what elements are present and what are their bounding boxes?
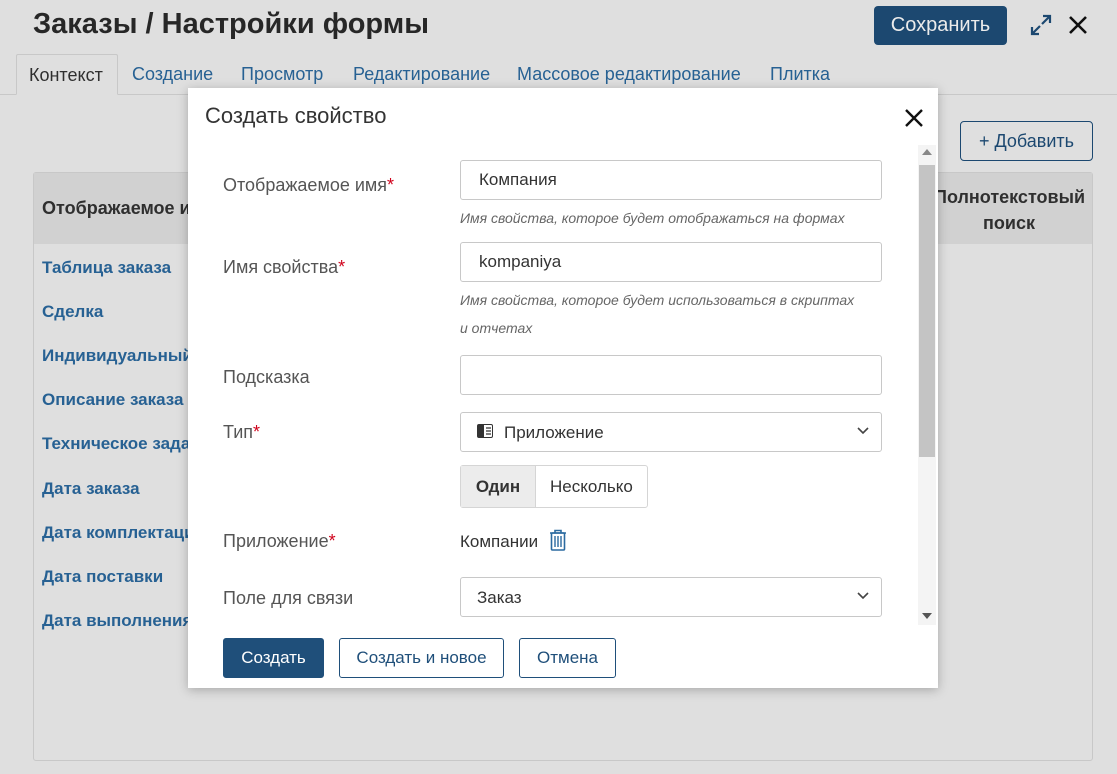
multiplicity-toggle: Один Несколько [460, 465, 648, 508]
tooltip-field[interactable] [460, 355, 882, 395]
dialog-scrollbar[interactable] [918, 145, 936, 625]
property-name-hint: Имя свойства, которое будет использовать… [460, 292, 855, 336]
create-and-new-button[interactable]: Создать и новое [339, 638, 504, 678]
link-field-value: Заказ [477, 588, 522, 607]
display-name-hint: Имя свойства, которое будет отображаться… [460, 210, 845, 226]
type-label: Тип* [223, 422, 261, 442]
required-marker: * [387, 175, 395, 195]
create-button[interactable]: Создать [223, 638, 324, 678]
single-option[interactable]: Один [461, 466, 536, 507]
property-name-field[interactable]: kompaniya [460, 242, 882, 282]
application-value: Компании [460, 532, 539, 551]
app-icon [477, 424, 493, 438]
link-field-select[interactable]: Заказ [460, 577, 882, 617]
trash-icon[interactable] [548, 528, 568, 552]
dialog-title: Создать свойство [205, 103, 387, 128]
type-select[interactable]: Приложение [460, 412, 882, 452]
chevron-down-icon [857, 592, 869, 600]
link-field-label: Поле для связи [223, 588, 354, 608]
tooltip-label: Подсказка [223, 367, 310, 387]
type-value: Приложение [504, 423, 604, 442]
application-label: Приложение* [223, 531, 336, 551]
cancel-button[interactable]: Отмена [519, 638, 616, 678]
scroll-thumb[interactable] [919, 165, 935, 457]
scroll-down-arrow[interactable] [922, 613, 932, 619]
multiple-option[interactable]: Несколько [536, 466, 647, 507]
chevron-down-icon [857, 427, 869, 435]
required-marker: * [253, 422, 261, 442]
display-name-field[interactable]: Компания [460, 160, 882, 200]
scroll-up-arrow[interactable] [922, 149, 932, 155]
close-icon[interactable] [902, 106, 926, 130]
property-name-label: Имя свойства* [223, 257, 346, 277]
required-marker: * [338, 257, 346, 277]
create-property-dialog: Создать свойство Отображаемое имя* Компа… [188, 88, 938, 688]
display-name-label: Отображаемое имя* [223, 175, 395, 195]
required-marker: * [328, 531, 336, 551]
